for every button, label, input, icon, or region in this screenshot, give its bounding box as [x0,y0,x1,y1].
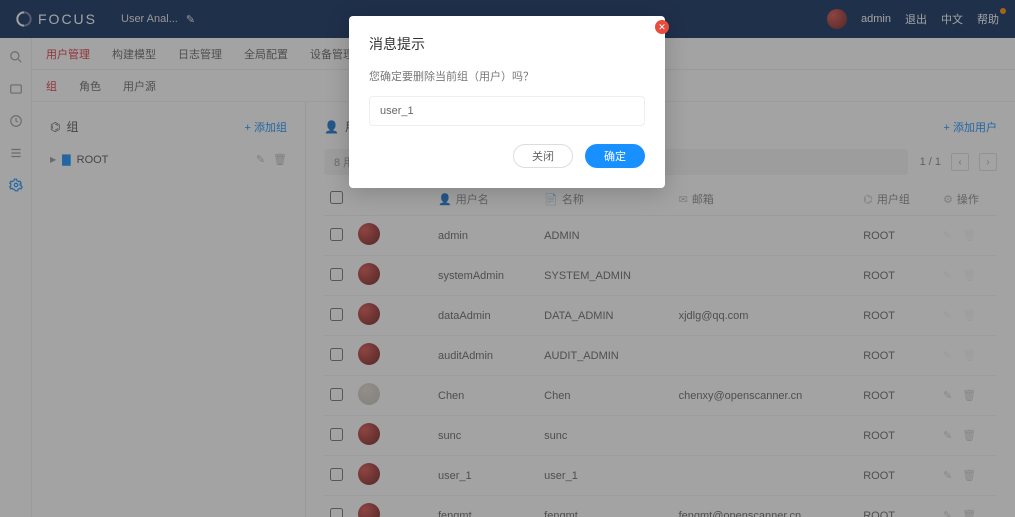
modal-target-field[interactable]: user_1 [369,96,645,126]
close-icon[interactable]: ✕ [655,20,669,34]
cancel-button[interactable]: 关闭 [513,144,573,168]
modal-message: 您确定要删除当前组（用户）吗？ [369,68,645,84]
confirm-button[interactable]: 确定 [585,144,645,168]
modal-title: 消息提示 [369,34,645,54]
confirm-modal: ✕ 消息提示 您确定要删除当前组（用户）吗？ user_1 关闭 确定 [349,16,665,188]
